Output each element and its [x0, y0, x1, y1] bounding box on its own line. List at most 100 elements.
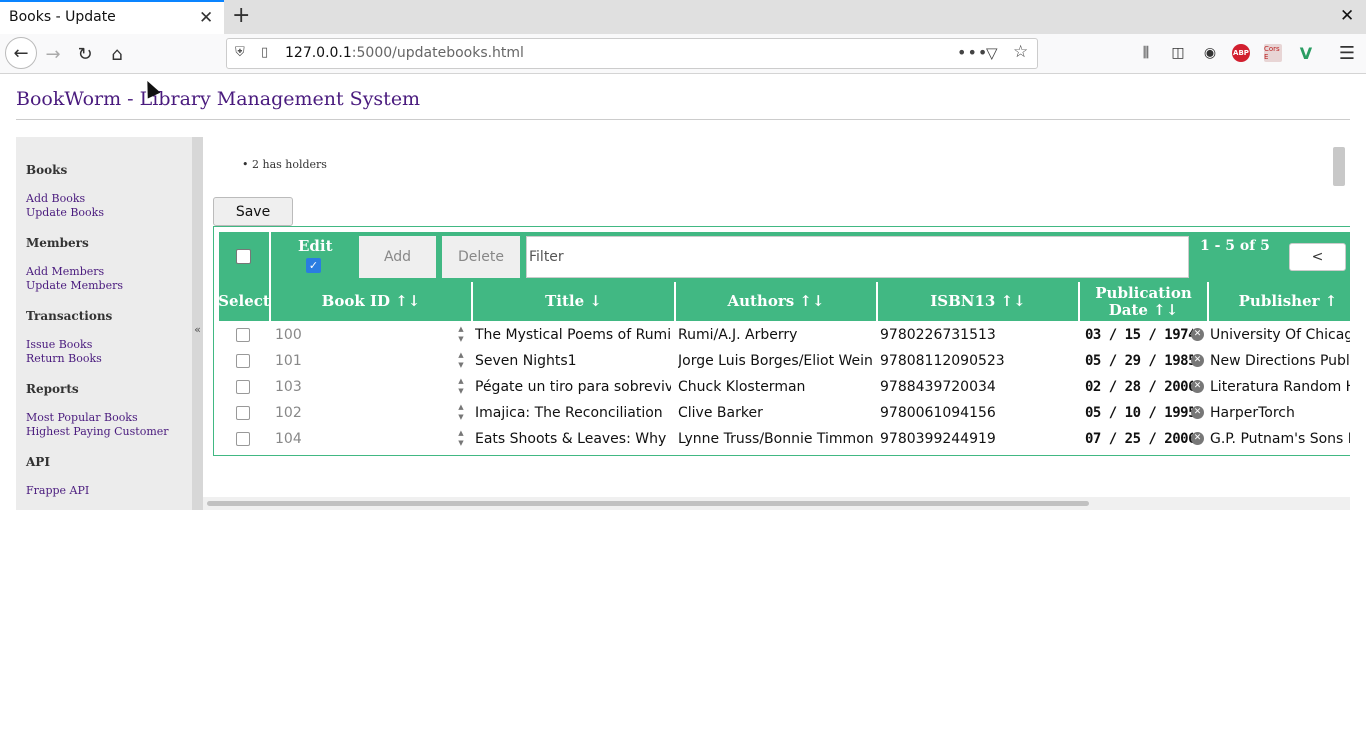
sidebar-item-update-books[interactable]: Update Books — [26, 206, 104, 219]
publisher-cell[interactable]: Literatura Random Ho — [1210, 374, 1350, 400]
horizontal-scrollbar-thumb[interactable] — [207, 501, 1089, 506]
page-icon[interactable]: ▯ — [261, 45, 268, 60]
window-close-icon[interactable]: ✕ — [1340, 6, 1354, 26]
isbn-cell[interactable]: 9780226731513 — [880, 322, 1076, 348]
more-icon[interactable]: ••• — [957, 43, 988, 62]
row-checkbox[interactable] — [236, 406, 250, 420]
table-row[interactable]: 101 ▲ ▼ Seven Nights1 Jorge Luis Borges/E… — [219, 348, 1350, 374]
date-clear-icon[interactable]: ✕ — [1191, 354, 1204, 367]
book-id-cell[interactable]: 101 — [272, 348, 452, 374]
date-cell[interactable]: 02 / 28 / 2006 — [1085, 374, 1193, 400]
column-header-authors[interactable]: Authors ↑↓ — [674, 282, 876, 321]
pocket-icon[interactable]: ▽ — [986, 44, 998, 62]
date-clear-icon[interactable]: ✕ — [1191, 432, 1204, 445]
account-icon[interactable]: ◉ — [1200, 43, 1220, 63]
isbn-cell[interactable]: 9780811209052​3 — [880, 348, 1076, 374]
authors-cell[interactable]: Lynne Truss/Bonnie Timmons — [678, 426, 874, 452]
select-all-checkbox[interactable] — [236, 249, 251, 264]
table-row[interactable]: 100 ▲ ▼ The Mystical Poems of Rumi 1: Rum… — [219, 322, 1350, 348]
sidebar-item-return-books[interactable]: Return Books — [26, 352, 102, 365]
date-clear-icon[interactable]: ✕ — [1191, 406, 1204, 419]
date-cell[interactable]: 07 / 25 / 2006 — [1085, 426, 1193, 452]
horizontal-scrollbar[interactable] — [203, 497, 1350, 510]
row-checkbox[interactable] — [236, 432, 250, 446]
vue-devtools-icon[interactable]: V — [1296, 43, 1316, 63]
sidebar-item-add-members[interactable]: Add Members — [26, 265, 104, 278]
star-icon[interactable]: ☆ — [1013, 42, 1028, 62]
forward-icon[interactable]: → — [38, 39, 68, 69]
back-icon[interactable]: ← — [5, 37, 37, 69]
date-cell[interactable]: 03 / 15 / 1974 — [1085, 322, 1193, 348]
adblock-icon[interactable]: ABP — [1232, 44, 1250, 62]
title-cell[interactable]: Pégate un tiro para sobrevivir: — [475, 374, 671, 400]
number-spinner-icon[interactable]: ▲ ▼ — [455, 376, 467, 398]
date-clear-icon[interactable]: ✕ — [1191, 380, 1204, 393]
row-checkbox[interactable] — [236, 380, 250, 394]
number-spinner-icon[interactable]: ▲ ▼ — [455, 402, 467, 424]
book-id-cell[interactable]: 104 — [272, 426, 452, 452]
publisher-cell[interactable]: New Directions Publis — [1210, 348, 1350, 374]
authors-cell[interactable]: Jorge Luis Borges/Eliot Weinbe — [678, 348, 874, 374]
table-row[interactable]: 102 ▲ ▼ Imajica: The Reconciliation Clive… — [219, 400, 1350, 426]
cors-icon[interactable]: Cors E — [1264, 44, 1282, 62]
isbn-cell[interactable]: 9780061094156 — [880, 400, 1076, 426]
sidebar-item-add-books[interactable]: Add Books — [26, 192, 85, 205]
sidebar-item-issue-books[interactable]: Issue Books — [26, 338, 92, 351]
authors-cell[interactable]: Rumi/A.J. Arberry — [678, 322, 874, 348]
date-clear-icon[interactable]: ✕ — [1191, 328, 1204, 341]
library-icon[interactable]: ⫼ — [1136, 43, 1156, 63]
sidebar-item-update-members[interactable]: Update Members — [26, 279, 123, 292]
column-header-title[interactable]: Title ↓ — [471, 282, 674, 321]
column-header-select[interactable]: Select — [218, 282, 270, 321]
column-header-publication-date[interactable]: Publication Date ↑↓ — [1078, 282, 1207, 321]
column-header-publisher[interactable]: Publisher ↑ — [1207, 282, 1350, 321]
column-header-book-id[interactable]: Book ID ↑↓ — [269, 282, 471, 321]
book-id-cell[interactable]: 102 — [272, 400, 452, 426]
book-id-cell[interactable]: 100 — [272, 322, 452, 348]
number-spinner-icon[interactable]: ▲ ▼ — [455, 428, 467, 450]
url-text[interactable]: 127.0.0.1:5000/updatebooks.html — [285, 45, 524, 61]
title-cell[interactable]: Eats Shoots & Leaves: Why Co — [475, 426, 671, 452]
isbn-cell[interactable]: 9780399244919 — [880, 426, 1076, 452]
publisher-cell[interactable]: HarperTorch — [1210, 400, 1350, 426]
reload-icon[interactable]: ↻ — [70, 39, 100, 69]
pager-prev-button[interactable]: < — [1289, 243, 1346, 271]
column-header-isbn13[interactable]: ISBN13 ↑↓ — [876, 282, 1078, 321]
url-bar[interactable]: ⛨ ▯ 127.0.0.1:5000/updatebooks.html ••• … — [226, 38, 1038, 69]
date-cell[interactable]: 05 / 29 / 1985 — [1085, 348, 1193, 374]
sidebar-item-frappe-api[interactable]: Frappe API — [26, 484, 89, 497]
edit-checkbox[interactable]: ✓ — [306, 258, 321, 273]
title-cell[interactable]: Imajica: The Reconciliation — [475, 400, 671, 426]
publisher-cell[interactable]: G.P. Putnam's Sons B — [1210, 426, 1350, 452]
add-button[interactable]: Add — [359, 236, 436, 278]
book-id-cell[interactable]: 103 — [272, 374, 452, 400]
collapse-icon[interactable]: « — [192, 323, 203, 336]
shield-icon[interactable]: ⛨ — [235, 45, 245, 60]
date-cell[interactable]: 05 / 10 / 1995 — [1085, 400, 1193, 426]
title-cell[interactable]: Seven Nights1 — [475, 348, 671, 374]
home-icon[interactable]: ⌂ — [102, 39, 132, 69]
sidebar-collapse-bar[interactable]: « — [192, 137, 203, 510]
number-spinner-icon[interactable]: ▲ ▼ — [455, 324, 467, 346]
row-checkbox[interactable] — [236, 328, 250, 342]
publisher-cell[interactable]: University Of Chicago — [1210, 322, 1350, 348]
active-tab[interactable]: Books - Update ✕ — [0, 0, 224, 34]
tab-close-icon[interactable]: ✕ — [199, 8, 213, 28]
delete-button[interactable]: Delete — [442, 236, 520, 278]
title-cell[interactable]: The Mystical Poems of Rumi 1: — [475, 322, 671, 348]
authors-cell[interactable]: Chuck Klosterman — [678, 374, 874, 400]
row-checkbox[interactable] — [236, 354, 250, 368]
new-tab-icon[interactable]: + — [232, 3, 250, 28]
vertical-scrollbar-thumb[interactable] — [1333, 147, 1345, 186]
authors-cell[interactable]: Clive Barker — [678, 400, 874, 426]
sidebar-item-most-popular-books[interactable]: Most Popular Books — [26, 411, 138, 424]
hamburger-menu-icon[interactable]: ☰ — [1337, 43, 1357, 64]
isbn-cell[interactable]: 9788439720034 — [880, 374, 1076, 400]
number-spinner-icon[interactable]: ▲ ▼ — [455, 350, 467, 372]
table-row[interactable]: 104 ▲ ▼ Eats Shoots & Leaves: Why Co Lynn… — [219, 426, 1350, 452]
filter-input[interactable] — [526, 236, 1189, 278]
sidebar-icon[interactable]: ◫ — [1168, 43, 1188, 63]
save-button[interactable]: Save — [213, 197, 293, 226]
sidebar-item-highest-paying-customer[interactable]: Highest Paying Customer — [26, 425, 169, 438]
table-row[interactable]: 103 ▲ ▼ Pégate un tiro para sobrevivir: C… — [219, 374, 1350, 400]
